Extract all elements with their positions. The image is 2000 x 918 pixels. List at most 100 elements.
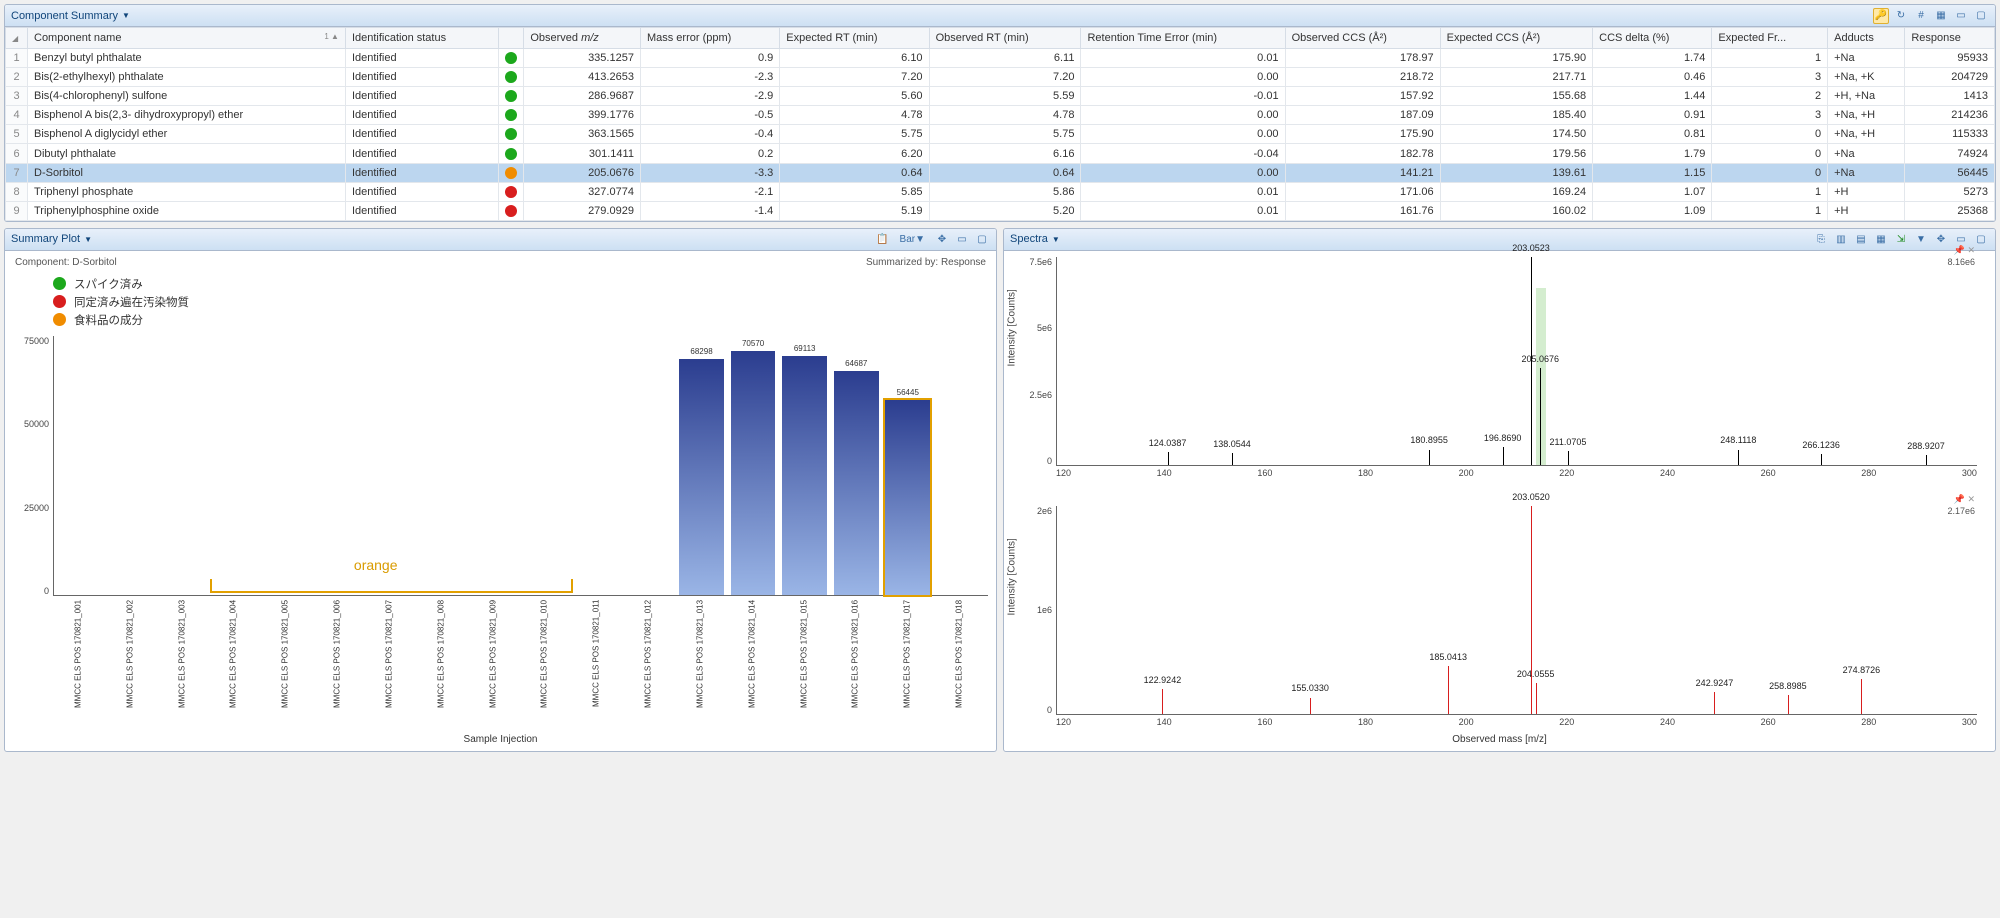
bar-column[interactable]: 56445 [883, 336, 933, 595]
table-cell: 7.20 [929, 68, 1081, 87]
spectrum-pin-close[interactable]: 📌 ✕ [1954, 245, 1975, 256]
tool3-icon[interactable]: ▤ [1853, 231, 1869, 247]
chevron-down-icon[interactable]: ▼ [1913, 231, 1929, 247]
peak-label: 124.0387 [1149, 438, 1187, 448]
bar-column[interactable] [161, 336, 211, 595]
refresh-icon[interactable]: ↻ [1893, 8, 1909, 24]
bar-column[interactable] [58, 336, 108, 595]
table-cell [499, 49, 524, 68]
tool1-icon[interactable]: ⎘ [1813, 231, 1829, 247]
table-cell: 217.71 [1440, 68, 1592, 87]
bar-column[interactable]: 70570 [728, 336, 778, 595]
bar-column[interactable] [471, 336, 521, 595]
bar-column[interactable] [264, 336, 314, 595]
table-header-cell[interactable]: Expected Fr... [1712, 28, 1828, 49]
table-row[interactable]: 2Bis(2-ethylhexyl) phthalateIdentified41… [6, 68, 1995, 87]
spectra-title[interactable]: Spectra ▼ [1010, 233, 1060, 245]
bar-column[interactable]: 64687 [831, 336, 881, 595]
spectrum-peak [1861, 679, 1862, 714]
table-row[interactable]: 8Triphenyl phosphateIdentified327.0774-2… [6, 182, 1995, 201]
summary-plot-header: Summary Plot ▼ 📋 Bar ▼ ✥ ▭ ▢ [5, 229, 996, 251]
table-cell: 1.07 [1593, 182, 1712, 201]
chart-type-dropdown[interactable]: Bar ▼ [895, 231, 930, 247]
export-icon[interactable]: ⇲ [1893, 231, 1909, 247]
table-cell: +Na [1828, 49, 1905, 68]
table-cell: 2 [6, 68, 28, 87]
bar-column[interactable] [625, 336, 675, 595]
maximize-icon[interactable]: ▢ [974, 231, 990, 247]
y-tick: 50000 [24, 419, 49, 429]
bar-column[interactable] [213, 336, 263, 595]
table-cell: 363.1565 [524, 125, 641, 144]
bar-column[interactable] [316, 336, 366, 595]
bar-column[interactable] [110, 336, 160, 595]
table-row[interactable]: 5Bisphenol A diglycidyl etherIdentified3… [6, 125, 1995, 144]
table-cell: 175.90 [1440, 49, 1592, 68]
table-header-cell[interactable]: Observed RT (min) [929, 28, 1081, 49]
bar-column[interactable] [574, 336, 624, 595]
table-header-cell[interactable]: Identification status [345, 28, 498, 49]
table-row[interactable]: 7D-SorbitolIdentified205.0676-3.30.640.6… [6, 163, 1995, 182]
y-axis: 7500050000250000 [13, 336, 53, 596]
maximize-icon[interactable]: ▢ [1973, 8, 1989, 24]
table-header-cell[interactable]: Observed m/z [524, 28, 641, 49]
table-cell: -1.4 [640, 201, 779, 220]
table-header-cell[interactable]: Expected CCS (Å²) [1440, 28, 1592, 49]
bar-chart[interactable]: Response 7500050000250000 orange 6829870… [13, 336, 988, 596]
spectrum-peak [1503, 447, 1504, 465]
minimize-icon[interactable]: ▭ [1953, 8, 1969, 24]
table-row[interactable]: 1Benzyl butyl phthalateIdentified335.125… [6, 49, 1995, 68]
table-header-cell[interactable]: CCS delta (%) [1593, 28, 1712, 49]
x-tick-label: MMCC ELS POS 170821_002 [105, 600, 155, 730]
spectrum-pin-close[interactable]: 📌 ✕ [1954, 494, 1975, 505]
bar: 69113 [782, 356, 827, 595]
table-cell: -0.01 [1081, 87, 1285, 106]
table-cell: 5.59 [929, 87, 1081, 106]
table-cell: 25368 [1905, 201, 1995, 220]
table-header-cell[interactable]: Adducts [1828, 28, 1905, 49]
spectra-body: 📌 ✕8.16e67.5e65e62.5e60Intensity [Counts… [1004, 251, 1995, 751]
table-cell: 413.2653 [524, 68, 641, 87]
x-tick: 140 [1157, 468, 1172, 482]
spectrum-plot[interactable]: 📌 ✕8.16e67.5e65e62.5e60Intensity [Counts… [1012, 257, 1987, 496]
table-header-cell[interactable]: Retention Time Error (min) [1081, 28, 1285, 49]
move-icon[interactable]: ✥ [1933, 231, 1949, 247]
maximize-icon[interactable]: ▢ [1973, 231, 1989, 247]
table-header-cell[interactable]: Expected RT (min) [780, 28, 929, 49]
bar-column[interactable] [367, 336, 417, 595]
tool2-icon[interactable]: ▥ [1833, 231, 1849, 247]
hash-icon[interactable]: # [1913, 8, 1929, 24]
table-cell: 5.85 [780, 182, 929, 201]
tool4-icon[interactable]: ▦ [1873, 231, 1889, 247]
table-header-cell[interactable]: Response [1905, 28, 1995, 49]
spectrum-y-axis: 7.5e65e62.5e60Intensity [Counts] [1016, 257, 1052, 466]
table-cell: 0.00 [1081, 68, 1285, 87]
bar-column[interactable]: 68298 [677, 336, 727, 595]
spectrum-plot[interactable]: 📌 ✕2.17e62e61e60Intensity [Counts]122.92… [1012, 506, 1987, 745]
bar-column[interactable] [935, 336, 985, 595]
copy-icon[interactable]: 📋 [875, 231, 891, 247]
summary-plot-title[interactable]: Summary Plot ▼ [11, 233, 92, 245]
component-summary-title[interactable]: Component Summary ▼ [11, 10, 130, 22]
table-cell: 0.64 [929, 163, 1081, 182]
bar-column[interactable] [419, 336, 469, 595]
table-header-cell[interactable]: Mass error (ppm) [640, 28, 779, 49]
table-row[interactable]: 4Bisphenol A bis(2,3- dihydroxypropyl) e… [6, 106, 1995, 125]
x-tick-label: MMCC ELS POS 170821_006 [312, 600, 362, 730]
table-header-cell[interactable]: Observed CCS (Å²) [1285, 28, 1440, 49]
table-header-cell[interactable]: ◢ [6, 28, 28, 49]
table-row[interactable]: 3Bis(4-chlorophenyl) sulfoneIdentified28… [6, 87, 1995, 106]
table-row[interactable]: 9Triphenylphosphine oxideIdentified279.0… [6, 201, 1995, 220]
x-tick: 240 [1660, 717, 1675, 731]
table-header-cell[interactable]: Component name 1 ▲ [28, 28, 346, 49]
bar-column[interactable] [522, 336, 572, 595]
bar-column[interactable]: 69113 [780, 336, 830, 595]
move-icon[interactable]: ✥ [934, 231, 950, 247]
table-cell: 5.60 [780, 87, 929, 106]
key-icon[interactable]: 🔑 [1873, 8, 1889, 24]
table-row[interactable]: 6Dibutyl phthalateIdentified301.14110.26… [6, 144, 1995, 163]
grid-icon[interactable]: ▦ [1933, 8, 1949, 24]
table-cell [499, 68, 524, 87]
table-header-cell[interactable] [499, 28, 524, 49]
minimize-icon[interactable]: ▭ [954, 231, 970, 247]
